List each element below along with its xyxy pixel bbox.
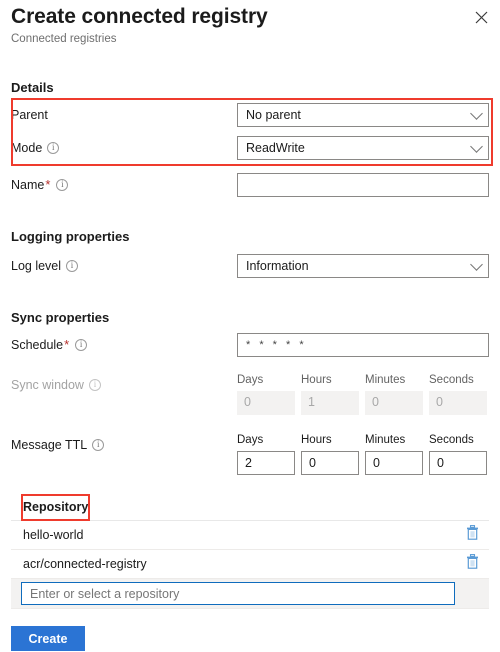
log-level-label: Log level — [11, 254, 79, 278]
repository-column-header: Repository — [11, 494, 489, 521]
field-row-name: Name* — [11, 173, 489, 197]
info-icon[interactable] — [66, 260, 79, 272]
sync-window-label: Sync window — [11, 373, 101, 397]
field-row-mode: Mode — [11, 136, 489, 160]
sync-window-hours-value: 1 — [301, 391, 359, 415]
page-title: Create connected registry — [11, 5, 268, 28]
parent-select-wrap — [237, 103, 489, 127]
section-title-sync: Sync properties — [11, 310, 110, 325]
column-label: Hours — [301, 434, 332, 446]
column-label: Minutes — [365, 374, 406, 386]
repository-table: Repository hello-world acr/connected-reg… — [11, 494, 489, 609]
name-input[interactable] — [237, 173, 489, 197]
message-ttl-hours: Hours 0 — [301, 433, 359, 475]
create-connected-registry-panel: Create connected registry Connected regi… — [0, 0, 500, 652]
delete-repository-button[interactable] — [455, 554, 489, 574]
info-icon[interactable] — [92, 439, 105, 451]
sync-window-minutes-value: 0 — [365, 391, 423, 415]
message-ttl-seconds: Seconds 0 — [429, 433, 487, 475]
message-ttl-days: Days 2 — [237, 433, 295, 475]
info-icon[interactable] — [56, 179, 69, 191]
name-label: Name* — [11, 173, 69, 197]
info-icon — [88, 379, 101, 391]
required-asterisk: * — [45, 177, 51, 192]
schedule-label: Schedule* — [11, 333, 88, 357]
info-icon[interactable] — [47, 142, 60, 154]
field-row-log-level: Log level — [11, 254, 489, 278]
column-label: Seconds — [429, 434, 474, 446]
info-icon[interactable] — [75, 339, 88, 351]
message-ttl-seconds-input[interactable]: 0 — [429, 451, 487, 475]
close-icon — [475, 11, 488, 24]
sync-window-seconds: Seconds 0 — [429, 373, 487, 415]
field-row-sync-window: Sync window Days 0 Hours 1 Minutes 0 Sec… — [11, 373, 489, 418]
parent-select[interactable] — [237, 103, 489, 127]
parent-label: Parent — [11, 108, 48, 122]
message-ttl-label: Message TTL — [11, 433, 105, 457]
field-row-message-ttl: Message TTL Days 2 Hours 0 Minutes 0 Sec… — [11, 433, 489, 478]
table-row[interactable]: acr/connected-registry — [11, 550, 489, 579]
create-button[interactable]: Create — [11, 626, 85, 651]
message-ttl-hours-input[interactable]: 0 — [301, 451, 359, 475]
trash-icon — [466, 525, 479, 545]
column-label: Hours — [301, 374, 332, 386]
breadcrumb: Connected registries — [11, 33, 117, 45]
sync-window-seconds-value: 0 — [429, 391, 487, 415]
message-ttl-days-input[interactable]: 2 — [237, 451, 295, 475]
log-level-select[interactable] — [237, 254, 489, 278]
trash-icon — [466, 554, 479, 574]
close-button[interactable] — [468, 4, 494, 30]
panel-header: Create connected registry Connected regi… — [11, 4, 268, 47]
sync-window-days-value: 0 — [237, 391, 295, 415]
repository-input[interactable] — [21, 582, 455, 605]
column-label: Days — [237, 434, 264, 446]
schedule-input[interactable] — [237, 333, 489, 357]
section-title-logging: Logging properties — [11, 229, 130, 244]
mode-select[interactable] — [237, 136, 489, 160]
sync-window-hours: Hours 1 — [301, 373, 359, 415]
repository-name: hello-world — [23, 528, 84, 542]
section-title-details: Details — [11, 80, 54, 95]
field-row-parent: Parent — [11, 103, 489, 127]
message-ttl-minutes-input[interactable]: 0 — [365, 451, 423, 475]
field-row-schedule: Schedule* — [11, 333, 489, 357]
repository-input-row — [11, 579, 489, 609]
message-ttl-minutes: Minutes 0 — [365, 433, 423, 475]
mode-select-wrap — [237, 136, 489, 160]
table-row[interactable]: hello-world — [11, 521, 489, 550]
mode-label: Mode — [11, 136, 60, 160]
log-level-select-wrap — [237, 254, 489, 278]
required-asterisk: * — [64, 337, 70, 352]
repository-name: acr/connected-registry — [23, 557, 147, 571]
sync-window-days: Days 0 — [237, 373, 295, 415]
column-label: Days — [237, 374, 264, 386]
delete-repository-button[interactable] — [455, 525, 489, 545]
sync-window-minutes: Minutes 0 — [365, 373, 423, 415]
column-label: Seconds — [429, 374, 474, 386]
column-label: Minutes — [365, 434, 406, 446]
